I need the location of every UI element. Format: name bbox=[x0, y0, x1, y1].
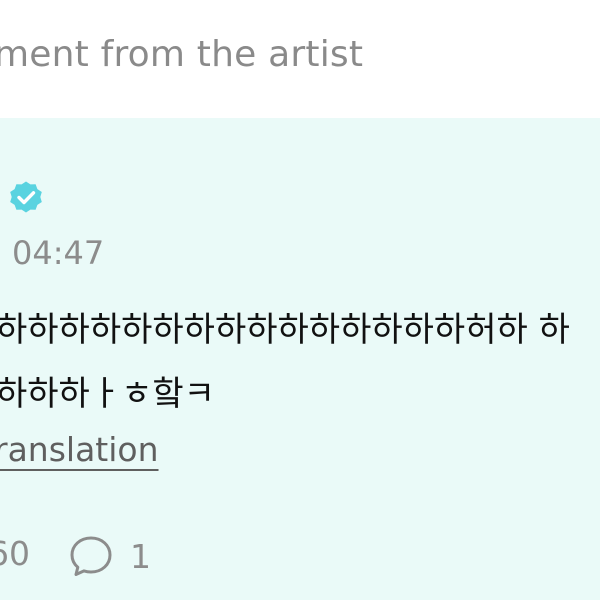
see-translation-link[interactable]: ranslation bbox=[0, 430, 159, 469]
comment-text: 하하하하하하하하하하하하하하하허하 하 하하하ㅏㅎ핰ㅋ bbox=[0, 310, 570, 414]
comment-stats: 60 1 bbox=[0, 530, 600, 582]
section-header: ment from the artist bbox=[0, 0, 600, 118]
comment-bubble-icon bbox=[70, 536, 112, 576]
artist-comment-page: ment from the artist 04:47 하하하하하하하하하하하하하… bbox=[0, 0, 600, 600]
comment-timestamp: 04:47 bbox=[12, 234, 105, 272]
comment-count: 1 bbox=[130, 536, 151, 576]
verified-badge-icon bbox=[10, 181, 42, 213]
like-count[interactable]: 60 bbox=[0, 534, 30, 573]
section-title: ment from the artist bbox=[0, 34, 364, 75]
comments-button[interactable]: 1 bbox=[68, 530, 151, 582]
